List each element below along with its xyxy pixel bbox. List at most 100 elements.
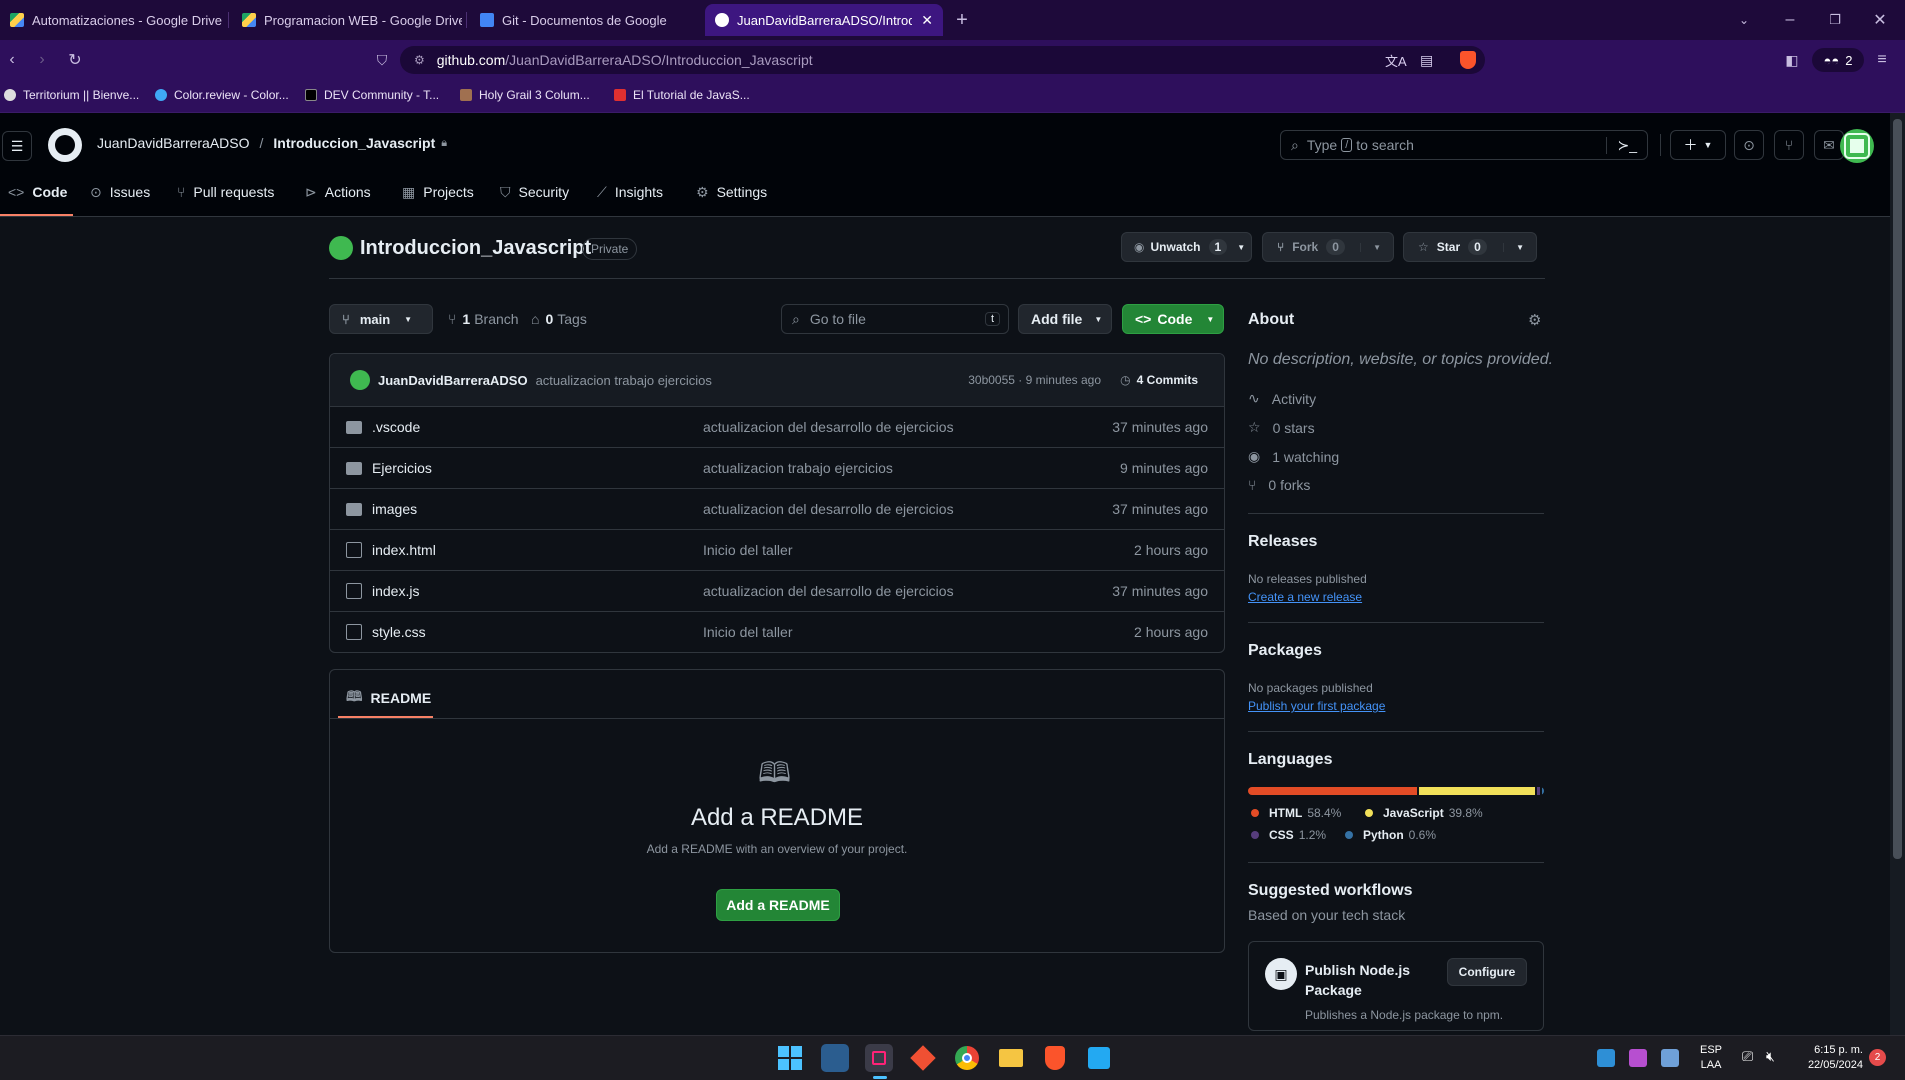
commit-author[interactable]: JuanDavidBarreraADSO <box>378 373 528 388</box>
clock[interactable]: 6:15 p. m. 22/05/2024 <box>1795 1043 1863 1073</box>
pull-requests-icon[interactable]: ⑂ <box>1774 130 1804 160</box>
tab-projects[interactable]: ▦ Projects <box>402 177 474 207</box>
bookmark-item[interactable]: DEV Community - T... <box>305 88 439 102</box>
git-app-icon[interactable] <box>909 1044 937 1072</box>
browser-tab[interactable]: Programacion WEB - Google Drive <box>232 4 462 36</box>
gear-icon[interactable]: ⚙ <box>1528 311 1541 329</box>
file-commit-message[interactable]: actualizacion del desarrollo de ejercici… <box>703 501 954 517</box>
branches-link[interactable]: ⑂ 1 Branch <box>448 311 519 327</box>
close-tab-icon[interactable]: ✕ <box>921 12 933 29</box>
tab-security[interactable]: ⛉ Security <box>500 177 569 207</box>
file-row[interactable]: Ejercicios actualizacion trabajo ejercici… <box>330 447 1224 488</box>
repo-title[interactable]: Introduccion_Javascript <box>360 237 591 260</box>
create-release-link[interactable]: Create a new release <box>1248 590 1362 604</box>
bookmark-item[interactable]: El Tutorial de JavaS... <box>614 88 750 102</box>
code-button[interactable]: <> Code ▼ <box>1122 304 1224 334</box>
global-search-input[interactable]: ⌕ Type / to search ≻_ <box>1280 130 1648 160</box>
github-logo-icon[interactable] <box>48 128 82 162</box>
close-window-button[interactable]: ✕ <box>1868 8 1892 32</box>
browser-tab-active[interactable]: JuanDavidBarreraADSO/Introdu ✕ <box>705 4 943 36</box>
tab-pull-requests[interactable]: ⑂ Pull requests <box>177 177 274 207</box>
file-explorer-icon[interactable] <box>997 1044 1025 1072</box>
file-row[interactable]: index.html Inicio del taller 2 hours ago <box>330 529 1224 570</box>
branch-selector[interactable]: ⑂ main ▼ <box>329 304 433 334</box>
activity-link[interactable]: ∿ Activity <box>1248 390 1316 407</box>
language-legend-item[interactable]: JavaScript 39.8% <box>1365 806 1483 820</box>
add-readme-button[interactable]: Add a README <box>716 889 840 921</box>
avatar[interactable] <box>1840 129 1874 163</box>
file-row[interactable]: .vscode actualizacion del desarrollo de e… <box>330 406 1224 447</box>
file-commit-message[interactable]: actualizacion del desarrollo de ejercici… <box>703 583 954 599</box>
photos-app-icon[interactable] <box>821 1044 849 1072</box>
tab-actions[interactable]: ⊳ Actions <box>305 177 371 207</box>
vscode-icon[interactable] <box>1085 1044 1113 1072</box>
file-name[interactable]: Ejercicios <box>372 460 432 476</box>
create-new-button[interactable]: ＋ ▼ <box>1670 130 1726 160</box>
file-commit-message[interactable]: actualizacion del desarrollo de ejercici… <box>703 419 954 435</box>
tray-app-icon[interactable] <box>1597 1049 1615 1067</box>
watchers-link[interactable]: ◉ 1 watching <box>1248 448 1339 465</box>
volume-muted-icon[interactable]: 🔇︎ <box>1766 1048 1775 1065</box>
menu-icon[interactable]: ≡ <box>1870 48 1894 72</box>
file-commit-message[interactable]: Inicio del taller <box>703 542 793 558</box>
scrollbar-thumb[interactable] <box>1893 119 1902 859</box>
forks-link[interactable]: ⑂ 0 forks <box>1248 477 1310 493</box>
tray-app-icon[interactable] <box>1661 1049 1679 1067</box>
packages-title[interactable]: Packages <box>1248 642 1322 660</box>
add-file-button[interactable]: Add file ▼ <box>1018 304 1112 334</box>
language-legend-item[interactable]: CSS 1.2% <box>1251 828 1326 842</box>
language-legend-item[interactable]: HTML 58.4% <box>1251 806 1341 820</box>
issues-icon[interactable]: ⊙ <box>1734 130 1764 160</box>
readme-tab[interactable]: 🕮︎ README <box>346 686 431 710</box>
tab-code[interactable]: <> Code <box>8 177 67 207</box>
tab-insights[interactable]: ⟋ Insights <box>597 177 663 207</box>
tags-link[interactable]: ⌂ 0 Tags <box>531 311 587 327</box>
snipping-tool-icon[interactable] <box>865 1044 893 1072</box>
configure-button[interactable]: Configure <box>1447 958 1527 986</box>
file-row[interactable]: index.js actualizacion del desarrollo de … <box>330 570 1224 611</box>
site-info-icon[interactable]: ⚙ <box>414 53 425 67</box>
fork-button[interactable]: ⑂ Fork 0 ▼ <box>1262 232 1394 262</box>
forward-icon[interactable]: › <box>30 48 54 72</box>
tab-list-chevron-icon[interactable]: ⌄ <box>1732 8 1756 32</box>
file-row[interactable]: style.css Inicio del taller 2 hours ago <box>330 611 1224 652</box>
star-button[interactable]: ☆ Star 0 ▼ <box>1403 232 1537 262</box>
tab-issues[interactable]: ⊙ Issues <box>90 177 150 207</box>
releases-title[interactable]: Releases <box>1248 533 1317 551</box>
repo-link[interactable]: Introduccion_Javascript <box>273 135 435 151</box>
file-name[interactable]: index.js <box>372 583 419 599</box>
reload-icon[interactable]: ↻ <box>63 48 87 72</box>
file-row[interactable]: images actualizacion del desarrollo de ej… <box>330 488 1224 529</box>
commit-hash-time[interactable]: 30b0055 · 9 minutes ago <box>968 373 1101 387</box>
go-to-file-input[interactable]: ⌕ Go to file t <box>781 304 1009 334</box>
new-tab-button[interactable]: + <box>950 8 974 32</box>
language-legend-item[interactable]: Python 0.6% <box>1345 828 1436 842</box>
stars-link[interactable]: ☆ 0 stars <box>1248 419 1315 436</box>
command-palette-icon[interactable]: ≻_ <box>1606 136 1637 154</box>
unwatch-button[interactable]: ◉ Unwatch 1 ▼ <box>1121 232 1252 262</box>
notification-badge[interactable]: 2 <box>1869 1049 1886 1066</box>
chrome-icon[interactable] <box>953 1044 981 1072</box>
tab-settings[interactable]: ⚙ Settings <box>696 177 767 207</box>
reader-mode-icon[interactable]: ▤ <box>1420 52 1433 69</box>
browser-tab[interactable]: Automatizaciones - Google Drive <box>0 4 225 36</box>
commits-link[interactable]: ◷ 4 Commits <box>1120 373 1198 387</box>
private-window-badge[interactable]: ◓◓ 2 <box>1812 48 1864 72</box>
browser-tab[interactable]: Git - Documentos de Google <box>470 4 700 36</box>
file-name[interactable]: .vscode <box>372 419 420 435</box>
bookmark-icon[interactable]: ⛉ <box>370 48 394 72</box>
publish-package-link[interactable]: Publish your first package <box>1248 699 1385 713</box>
minimize-button[interactable]: – <box>1778 8 1802 32</box>
network-icon[interactable]: ⎚ <box>1742 1048 1753 1065</box>
address-bar[interactable]: ⚙ github.com /JuanDavidBarreraADSO/Intro… <box>400 46 1485 74</box>
file-name[interactable]: images <box>372 501 417 517</box>
bookmark-item[interactable]: Holy Grail 3 Colum... <box>460 88 590 102</box>
commit-message[interactable]: actualizacion trabajo ejercicios <box>536 373 712 388</box>
tray-app-icon[interactable] <box>1629 1049 1647 1067</box>
translate-icon[interactable]: 文A <box>1385 51 1407 70</box>
brave-shields-icon[interactable] <box>1460 51 1476 69</box>
input-language[interactable]: ESP LAA <box>1700 1043 1722 1073</box>
sidebar-icon[interactable]: ◧ <box>1780 48 1804 72</box>
file-name[interactable]: style.css <box>372 624 426 640</box>
windows-start-icon[interactable] <box>776 1044 804 1072</box>
